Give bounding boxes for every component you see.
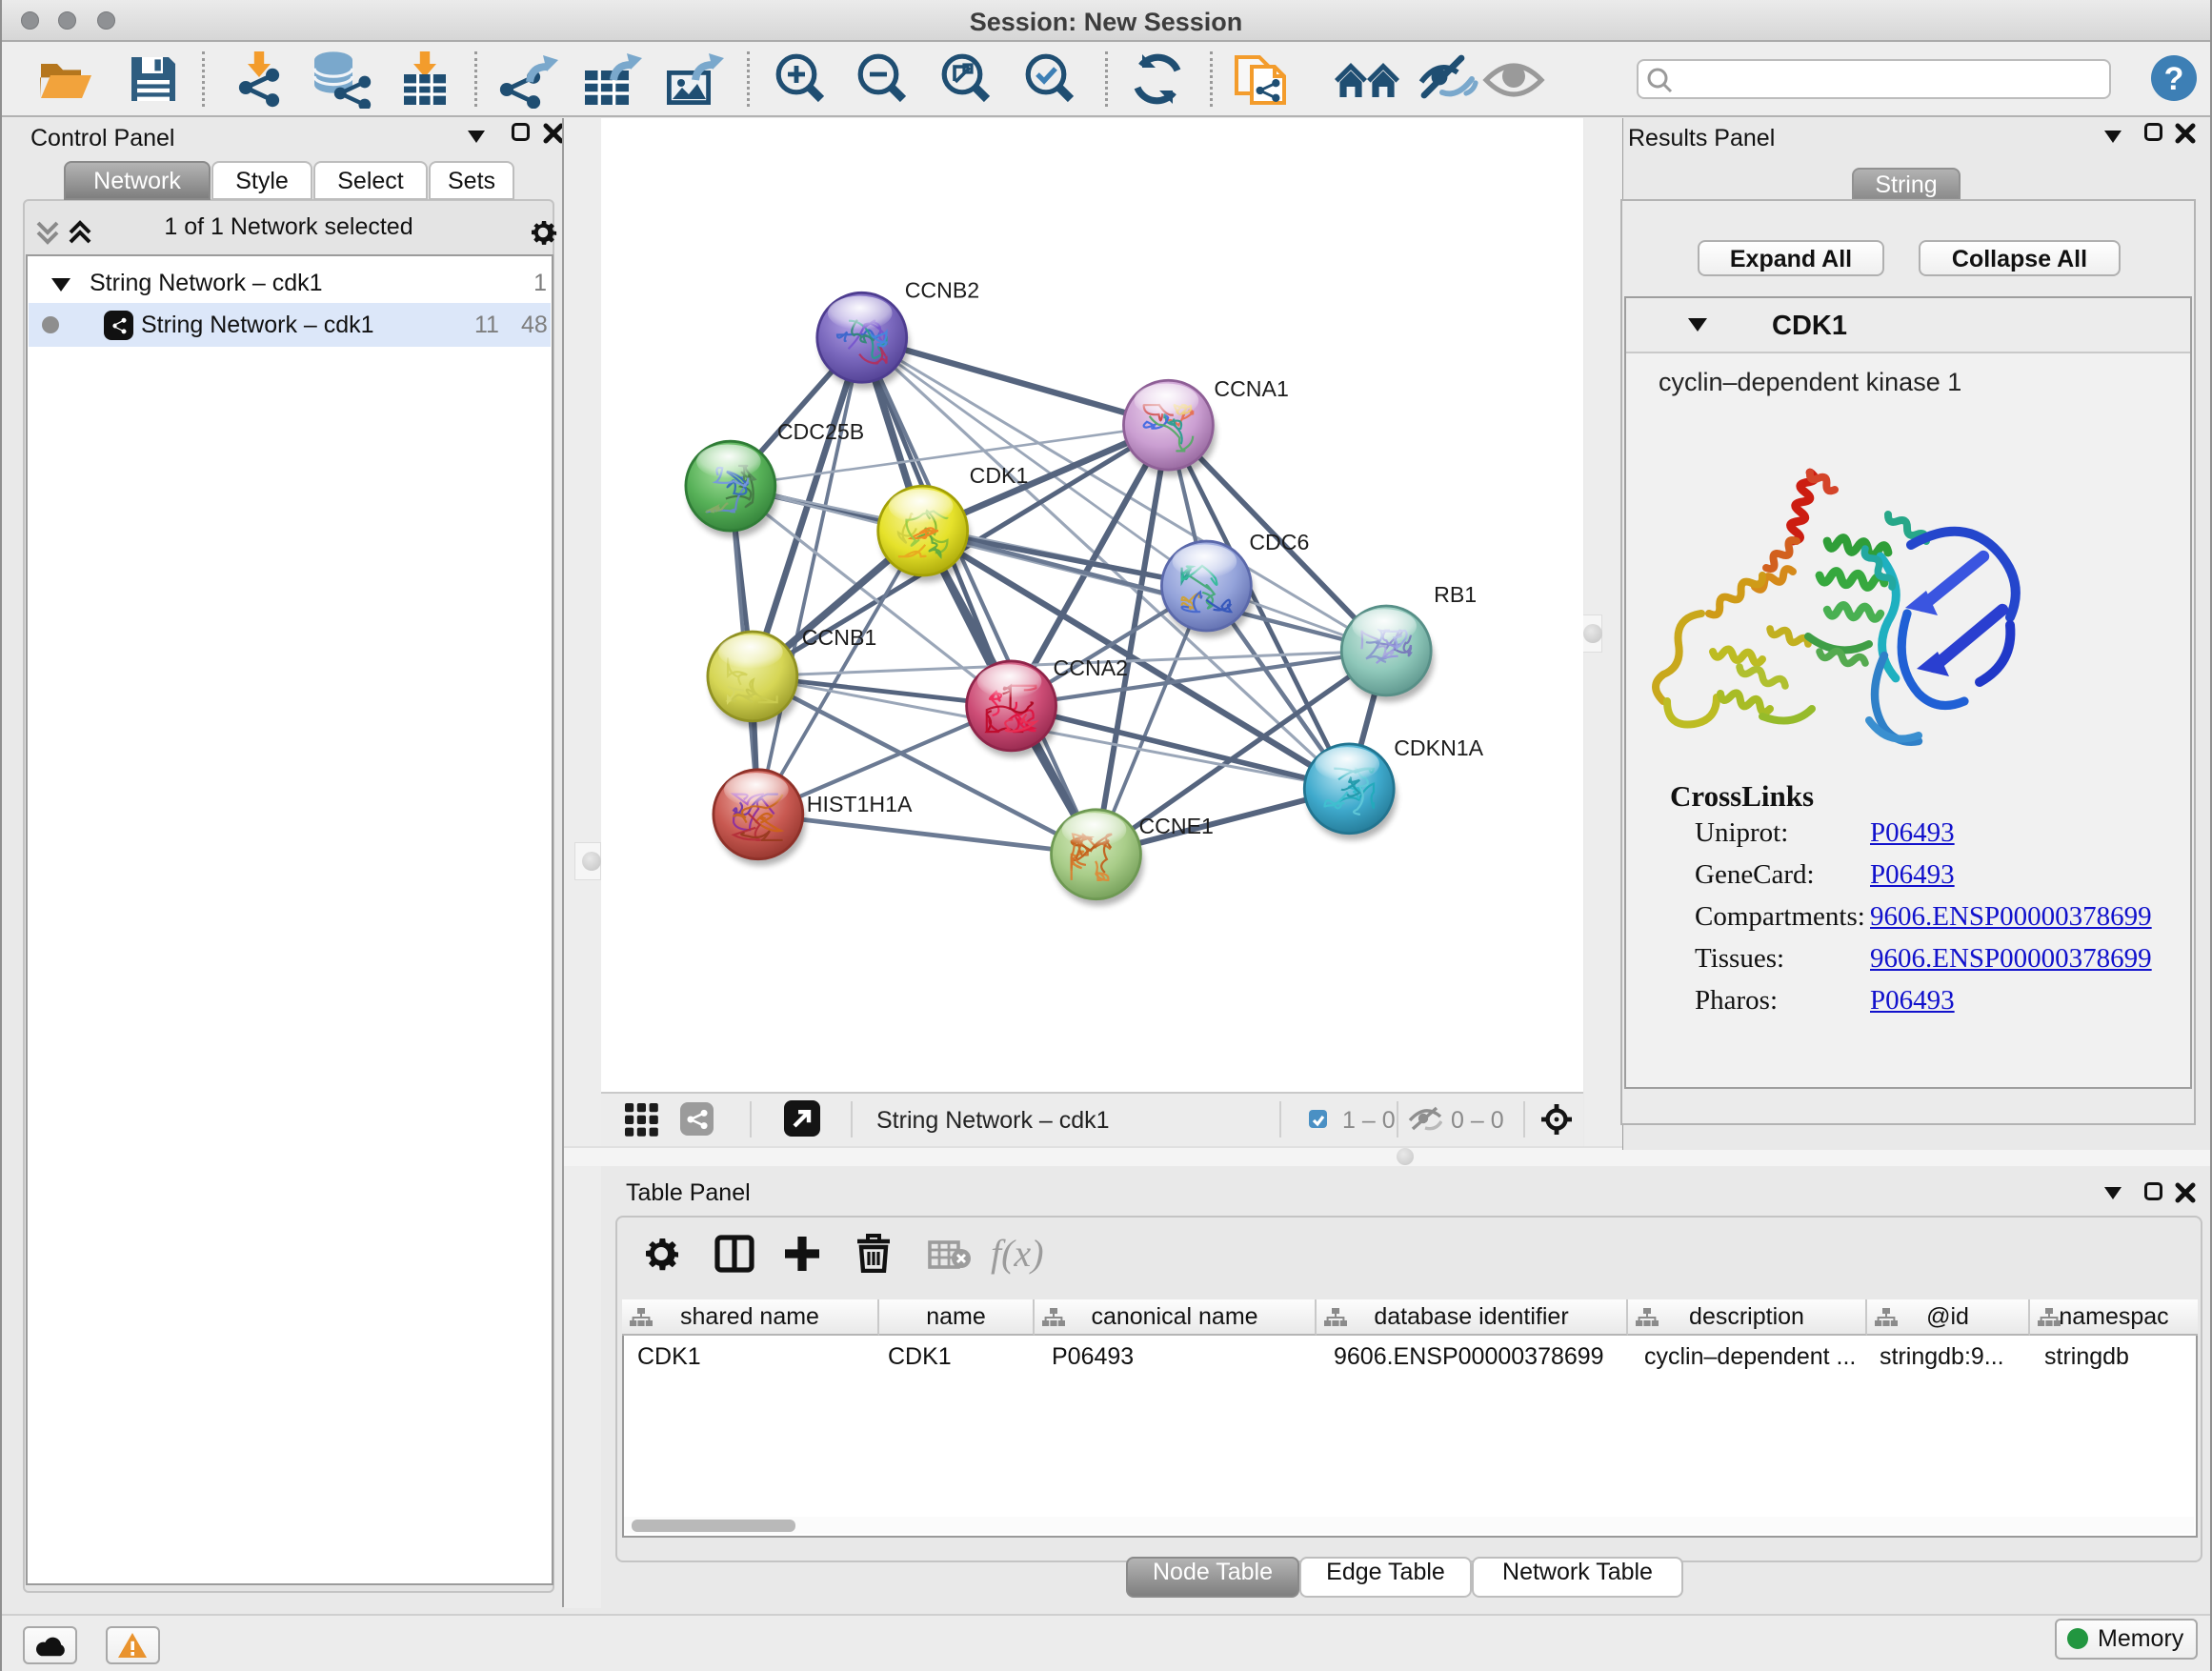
svg-text:CCNA2: CCNA2 bbox=[1054, 655, 1129, 680]
svg-text:CDK1: CDK1 bbox=[970, 463, 1029, 488]
svg-text:CCNB2: CCNB2 bbox=[905, 277, 980, 302]
svg-text:CDC6: CDC6 bbox=[1249, 530, 1309, 554]
svg-text:?: ? bbox=[2164, 61, 2184, 97]
svg-text:RB1: RB1 bbox=[1434, 582, 1477, 607]
svg-text:CCNA1: CCNA1 bbox=[1214, 376, 1288, 401]
svg-text:CDC25B: CDC25B bbox=[777, 419, 864, 444]
svg-text:CCNB1: CCNB1 bbox=[802, 625, 877, 650]
svg-text:CDKN1A: CDKN1A bbox=[1394, 735, 1483, 760]
svg-text:CCNE1: CCNE1 bbox=[1138, 814, 1214, 838]
svg-text:HIST1H1A: HIST1H1A bbox=[807, 792, 913, 816]
